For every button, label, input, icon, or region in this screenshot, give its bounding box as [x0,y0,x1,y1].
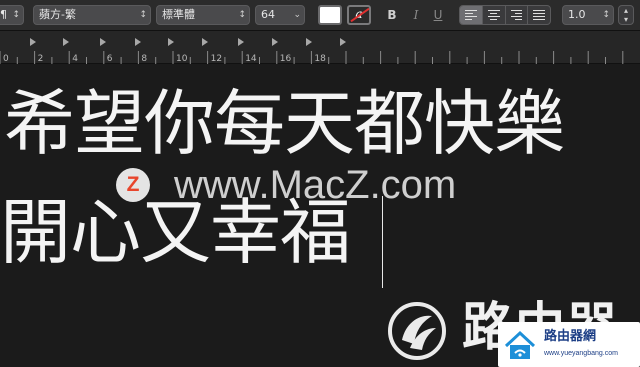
ruler-label: 16 [280,54,292,64]
tab-stop-marker[interactable] [238,38,244,46]
ruler-label: 10 [176,54,188,64]
format-toolbar: ¶ ↕ 蘋方-繁 ↕ 標準體 ↕ 64 ⌄ a B I U 1.0 ↕ [0,0,640,31]
site-watermark: Z www.MacZ.com [116,162,456,208]
chevron-down-icon: ⌄ [293,10,301,20]
italic-button[interactable]: I [408,6,424,24]
badge-url: www.yueyangbang.com [544,350,618,357]
tab-stop-marker[interactable] [168,38,174,46]
ruler-label: 8 [141,54,147,64]
site-badge: 路由器網 www.yueyangbang.com [498,322,640,367]
underline-button[interactable]: U [430,6,446,24]
tab-stop-marker[interactable] [202,38,208,46]
chevron-updown-icon: ↕ [139,10,147,20]
font-size-combo[interactable]: 64 ⌄ [255,5,305,25]
highlight-color-swatch[interactable]: a [347,5,371,25]
tab-stop-marker[interactable] [30,38,36,46]
logo-letter: Z [126,173,140,196]
ruler-label: 6 [107,54,113,64]
watermark-url: www.MacZ.com [174,162,457,207]
font-family-label: 蘋方-繁 [39,8,76,21]
ruler-label: 4 [72,54,78,64]
brand-swirl-logo [388,302,446,360]
alignment-segmented-control [459,5,551,25]
tab-stop-marker[interactable] [100,38,106,46]
text-cursor [382,196,383,288]
typeface-popup[interactable]: 標準體 ↕ [156,5,250,25]
tab-stop-marker[interactable] [63,38,69,46]
spacing-stepper[interactable]: ▴ ▾ [618,5,634,25]
chevron-updown-icon: ↕ [238,10,246,20]
chevron-updown-icon: ↕ [602,10,610,20]
line-spacing-popup[interactable]: 1.0 ↕ [562,5,614,25]
ruler-label: 12 [211,54,222,64]
ruler-scale: 0 2 4 6 8 10 12 14 16 18 [0,38,624,64]
font-size-value: 64 [261,8,275,21]
macz-logo-icon: Z [116,168,150,202]
align-center-button[interactable] [483,6,506,24]
typeface-label: 標準體 [162,8,195,21]
align-left-button[interactable] [460,6,483,24]
ruler-label: 0 [3,54,9,64]
tab-stop-marker[interactable] [306,38,312,46]
font-family-popup[interactable]: 蘋方-繁 ↕ [33,5,151,25]
chevron-updown-icon: ↕ [12,10,20,20]
document-canvas[interactable]: 希望你每天都快樂 開心又幸福 Z www.MacZ.com 路由器 路由器網 w… [0,64,640,367]
paragraph-style-popup[interactable]: ¶ ↕ [0,5,24,25]
tab-stop-marker[interactable] [340,38,346,46]
line-spacing-value: 1.0 [568,8,586,21]
house-wifi-icon [504,330,536,359]
tab-stop-marker[interactable] [272,38,278,46]
ruler-label: 18 [314,54,326,64]
badge-title: 路由器網 [544,329,597,344]
bold-button[interactable]: B [384,6,400,24]
ruler-label: 2 [38,54,44,64]
text-color-swatch[interactable] [318,5,342,25]
tab-stop-marker[interactable] [135,38,141,46]
align-justify-button[interactable] [528,6,550,24]
ruler: 0 2 4 6 8 10 12 14 16 18 [0,31,640,64]
paragraph-style-label: ¶ [0,8,7,21]
text-line-1[interactable]: 希望你每天都快樂 [4,84,565,164]
align-right-button[interactable] [506,6,529,24]
ruler-label: 14 [245,54,257,64]
